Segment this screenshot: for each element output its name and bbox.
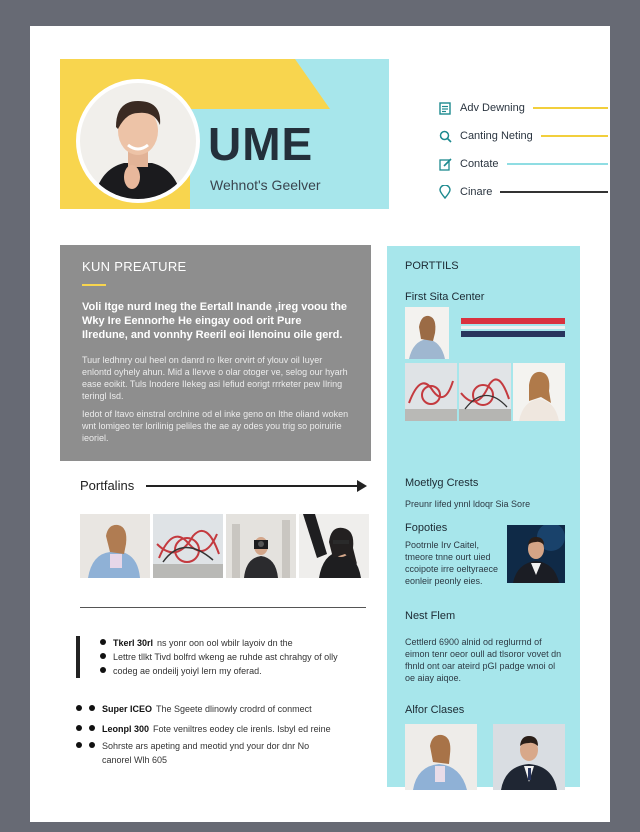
contact-line xyxy=(532,107,608,109)
list-item: canorel Wlh 605 xyxy=(76,753,331,767)
contact-line xyxy=(540,135,608,137)
contact-label: Adv Dewning xyxy=(460,102,525,114)
search-icon xyxy=(438,129,452,143)
sidebar-photo-man-suit-2[interactable] xyxy=(493,724,565,790)
list-item-text: Fote veniltres eodey cle irenls. Isbyl e… xyxy=(153,724,331,734)
list-item: Leonpl 300 Fote veniltres eodey cle irenl… xyxy=(76,722,331,736)
bullet-icon xyxy=(100,639,106,645)
skills-list: Super ICEO The Sgeete dlinowly crodrd of … xyxy=(76,702,331,767)
list-item: Sohrste ars apeting and meotid ynd your … xyxy=(76,739,331,753)
contact-label: Contate xyxy=(460,158,499,170)
list-item-text: Sohrste ars apeting and meotid ynd your … xyxy=(102,741,310,751)
list-item: Lettre tllkt Tivd bolfrd wkeng ae ruhde … xyxy=(100,650,338,664)
list-item-text: The Sgeete dlinowly crodrd of conmect xyxy=(156,704,312,714)
list-item-bold: Leonpl 300 xyxy=(102,724,150,734)
sidebar-title: PORTTILS xyxy=(405,260,459,272)
sidebar-photo-woman-denim[interactable] xyxy=(405,724,477,790)
contact-line xyxy=(506,163,608,165)
sidebar-section-heading: Nest Flem xyxy=(405,610,456,622)
portfolio-title: Portfalins xyxy=(80,478,135,493)
portfolio-photo-selfie[interactable] xyxy=(299,514,369,578)
resume-sheet: UME Wehnot's Geelver Adv Dewning Canting… xyxy=(30,26,610,822)
contact-list: Adv Dewning Canting Neting Contate Cinar… xyxy=(438,94,608,206)
section-divider xyxy=(80,607,366,608)
sidebar-photo-woman[interactable] xyxy=(405,307,449,359)
contact-item: Cinare xyxy=(438,178,608,206)
sidebar-photo-sculpture[interactable] xyxy=(405,363,457,421)
portfolio-heading: Portfalins xyxy=(80,478,367,493)
summary-paragraph: Tuur ledhnry oul heel on danrd ro Iker o… xyxy=(82,355,348,401)
list-item-text: ns yonr oon ool wbilr layoiv dn the xyxy=(157,638,293,648)
bullet-icon xyxy=(89,705,95,711)
summary-lead: Voli Itge nurd Ineg the Eertall Inande ,… xyxy=(82,301,348,341)
sidebar-section-text: Cettlerd 6900 alnid od reglurrnd of eimo… xyxy=(405,637,562,683)
portfolio-gallery xyxy=(80,514,369,578)
bullet-icon xyxy=(89,742,95,748)
contact-item: Canting Neting xyxy=(438,122,608,150)
contact-item: Adv Dewning xyxy=(438,94,608,122)
banner-yellow-slant xyxy=(260,59,330,109)
sidebar-photo-sculpture-2[interactable] xyxy=(459,363,511,421)
summary-rule xyxy=(82,284,106,286)
document-icon xyxy=(438,101,452,115)
sidebar-section-text: Pootrnle Irv Caitel, tmeore tnne ourt ui… xyxy=(405,540,499,586)
list-item: Super ICEO The Sgeete dlinowly crodrd of … xyxy=(76,702,331,716)
sidebar-panel: PORTTILS First Sita Center Moetlyg Crest… xyxy=(387,246,580,790)
portfolio-photo-woman[interactable] xyxy=(80,514,150,578)
sidebar-section-heading: Fopoties xyxy=(405,522,448,534)
list-item-text: codeg ae ondeilj yoiyl lern my oferad. xyxy=(113,666,262,676)
sidebar-section-heading: Moetlyg Crests xyxy=(405,477,479,489)
summary-panel: KUN PREATURE Voli Itge nurd Ineg the Eer… xyxy=(60,245,371,461)
stripe-white xyxy=(461,326,565,329)
resume-name: UME xyxy=(208,118,314,170)
bullet-icon xyxy=(76,725,82,731)
list-item-bold: Tkerl 30rl xyxy=(113,638,154,648)
bullet-icon xyxy=(76,705,82,711)
bullet-icon xyxy=(100,653,106,659)
list-item: Tkerl 30rl ns yonr oon ool wbilr layoiv d… xyxy=(100,636,338,650)
sidebar-photo-smiling-woman[interactable] xyxy=(513,363,565,421)
sidebar-section-text: Preunr Iifed ynnl ldoqr Sia Sore xyxy=(405,499,531,509)
stripe-navy xyxy=(461,331,565,337)
sidebar-first-heading: First Sita Center xyxy=(405,291,485,303)
location-pin-icon xyxy=(438,185,452,199)
header-banner: UME Wehnot's Geelver xyxy=(60,59,389,209)
experience-list: Tkerl 30rl ns yonr oon ool wbilr layoiv d… xyxy=(76,636,338,678)
arrow-right-icon xyxy=(146,479,367,492)
edit-icon xyxy=(438,157,452,171)
summary-paragraph: Iedot of Itavo einstral orclnine od el i… xyxy=(82,409,349,443)
list-item-text: Lettre tllkt Tivd bolfrd wkeng ae ruhde … xyxy=(113,652,338,662)
portfolio-photo-photographer[interactable] xyxy=(226,514,296,578)
contact-label: Canting Neting xyxy=(460,130,533,142)
contact-item: Contate xyxy=(438,150,608,178)
resume-subtitle: Wehnot's Geelver xyxy=(210,177,321,193)
portfolio-photo-sculpture[interactable] xyxy=(153,514,223,578)
list-item-text: canorel Wlh 605 xyxy=(102,755,168,765)
profile-photo xyxy=(76,79,200,203)
sidebar-section-heading: Alfor Clases xyxy=(405,704,465,716)
sidebar-photo-man-suit[interactable] xyxy=(507,525,565,583)
list-item: codeg ae ondeilj yoiyl lern my oferad. xyxy=(100,664,338,678)
contact-line xyxy=(500,191,608,193)
bullet-icon xyxy=(89,725,95,731)
bullet-icon xyxy=(76,742,82,748)
bullet-icon xyxy=(100,667,106,673)
contact-label: Cinare xyxy=(460,186,493,198)
summary-title: KUN PREATURE xyxy=(82,259,187,274)
list-item-bold: Super ICEO xyxy=(102,704,153,714)
stripe-red xyxy=(461,318,565,324)
